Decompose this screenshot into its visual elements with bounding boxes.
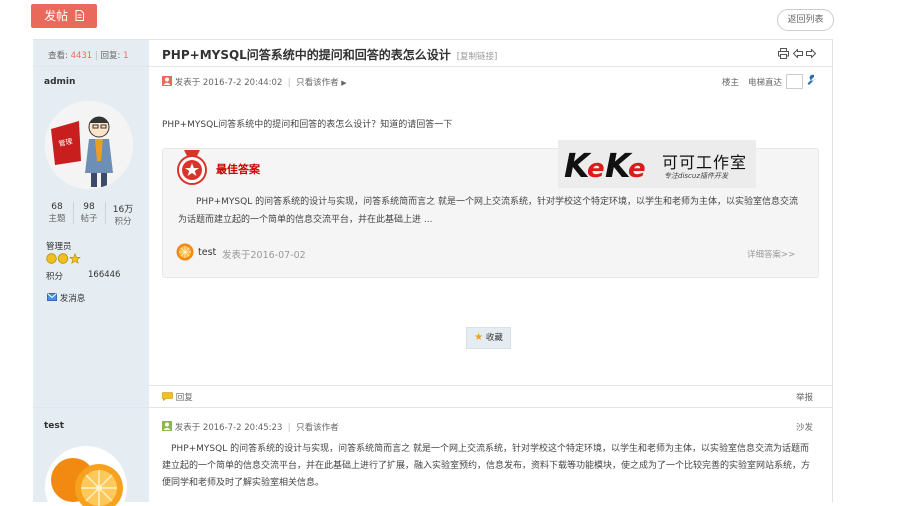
post-button[interactable]: 发帖 <box>31 4 97 28</box>
post-time: 发表于 2016-7-2 20:44:02 <box>174 78 283 88</box>
best-answer-text: PHP+MYSQL 的问答系统的设计与实现，问答系统简而言之 就是一个网上交流系… <box>178 197 798 225</box>
goto-floor-input[interactable] <box>786 74 803 89</box>
goto-floor-label: 电梯直达 <box>748 78 783 88</box>
watermark-logo: K e K e 可可工作室 专注discuz插件开发 <box>558 140 756 188</box>
user-group[interactable]: 管理员 <box>46 240 72 252</box>
envelope-icon <box>47 293 57 304</box>
svg-text:e: e <box>628 154 646 184</box>
print-icon[interactable] <box>778 48 789 62</box>
divider <box>149 385 832 386</box>
author-badge-icon <box>162 76 172 89</box>
views-count: 4431 <box>70 51 93 61</box>
stat-posts-label: 帖子 <box>80 214 98 224</box>
stat-threads-value: 68 <box>51 202 63 212</box>
answer-time: 发表于2016-07-02 <box>222 250 306 261</box>
reply-label: 回复 <box>175 393 193 403</box>
watermark-title: 可可工作室 <box>662 153 748 172</box>
author-name[interactable]: test <box>44 421 64 431</box>
copy-link[interactable]: [复制链接] <box>457 52 498 62</box>
thread-title-row: PHP+MYSQL问答系统中的提问和回答的表怎么设计 [复制链接] <box>162 46 497 63</box>
prev-thread-icon[interactable] <box>792 48 803 61</box>
detail-answer-link[interactable]: 详细答案>> <box>747 248 795 260</box>
floor-label: 楼主 <box>722 78 740 88</box>
send-message-label: 发消息 <box>59 294 86 304</box>
answerer-avatar[interactable] <box>176 243 194 264</box>
views-label: 查看: <box>48 51 68 61</box>
credits-value: 166446 <box>88 270 121 280</box>
watermark-subtitle: 专注discuz插件开发 <box>664 172 728 180</box>
divider <box>105 202 106 224</box>
medal-icon <box>176 150 208 189</box>
document-icon <box>75 5 84 29</box>
post-time: 发表于 2016-7-2 20:45:23 <box>174 423 283 433</box>
wrench-icon[interactable] <box>806 74 817 89</box>
caret-right-icon: ▶ <box>341 79 347 87</box>
favorite-button[interactable]: ★ 收藏 <box>466 327 511 349</box>
post-meta: 发表于 2016-7-2 20:44:02 | 只看该作者 ▶ <box>162 76 347 89</box>
answerer-name[interactable]: test <box>198 247 216 258</box>
credits-label: 积分 <box>46 272 64 282</box>
author-badge-icon <box>162 421 172 434</box>
only-author-link[interactable]: 只看该作者 <box>296 78 339 88</box>
stat-credits-label: 积分 <box>114 217 132 227</box>
post-button-label: 发帖 <box>44 9 69 23</box>
avatar[interactable]: 管理 <box>45 101 133 189</box>
report-link[interactable]: 举报 <box>796 391 813 403</box>
post-content: PHP+MYSQL 的问答系统的设计与实现，问答系统简而言之 就是一个网上交流系… <box>162 444 811 488</box>
favorite-label: 收藏 <box>485 333 503 343</box>
divider <box>33 39 833 40</box>
thread-stats: 查看: 4431 | 回复: 1 <box>48 51 129 61</box>
reply-icon <box>162 391 173 404</box>
avatar[interactable] <box>45 446 127 506</box>
svg-text:e: e <box>587 154 605 184</box>
back-to-list-button[interactable]: 返回列表 <box>777 9 834 31</box>
post-content: PHP+MYSQL问答系统中的提问和回答的表怎么设计？知道的请回答一下 <box>162 120 453 130</box>
best-answer-title: 最佳答案 <box>216 163 260 176</box>
divider <box>73 202 74 224</box>
reply-link[interactable]: 回复 <box>162 391 193 404</box>
divider <box>33 407 833 408</box>
divider <box>33 66 833 67</box>
author-name[interactable]: admin <box>44 77 75 87</box>
star-icon: ★ <box>474 332 484 343</box>
floor-label: 沙发 <box>796 423 814 433</box>
stat-threads-label: 主题 <box>48 214 66 224</box>
stat-credits-value: 16万 <box>112 205 134 215</box>
replies-count: 1 <box>123 51 129 61</box>
rank-stars-icon <box>46 253 82 267</box>
stat-posts-value: 98 <box>83 202 95 212</box>
replies-label: 回复: <box>100 51 121 61</box>
next-thread-icon[interactable] <box>806 48 817 61</box>
page-title: PHP+MYSQL问答系统中的提问和回答的表怎么设计 <box>162 48 451 62</box>
send-message-link[interactable]: 发消息 <box>47 292 85 304</box>
only-author-link[interactable]: 只看该作者 <box>296 423 339 433</box>
post-meta: 发表于 2016-7-2 20:45:23 | 只看该作者 <box>162 421 339 434</box>
